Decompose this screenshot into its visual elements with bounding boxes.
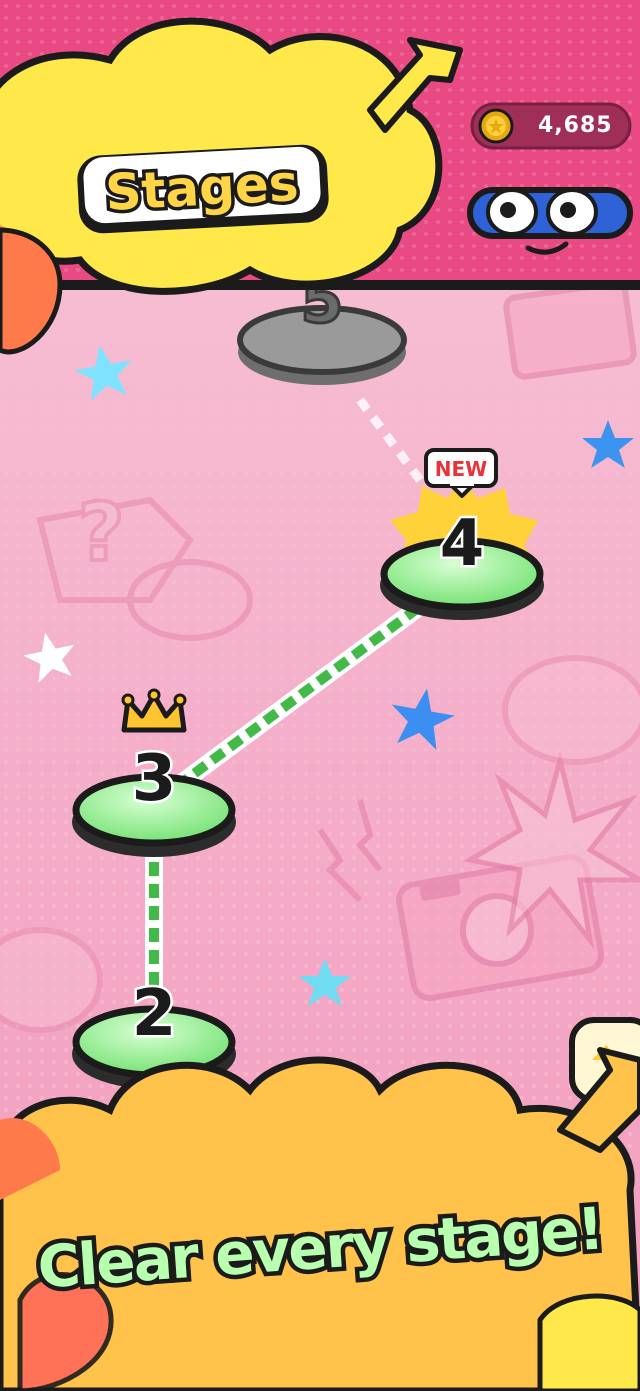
page-title: Stages: [104, 154, 300, 222]
stages-title-badge: Stages: [77, 144, 329, 234]
cards-doodle-icon: [503, 280, 637, 380]
stage-number-2: 2: [132, 977, 177, 1051]
svg-text:?: ?: [78, 486, 124, 579]
stage-map-scene: ? 5 4 3 2 Stages NEW Clear every stage!: [0, 0, 640, 1391]
coin-icon: [478, 108, 514, 144]
coin-count: 4,685: [538, 113, 613, 138]
new-badge-label: NEW: [435, 457, 487, 481]
stage-number-3: 3: [132, 742, 177, 816]
crown-icon: [121, 688, 187, 733]
stage-number-4: 4: [440, 507, 485, 581]
